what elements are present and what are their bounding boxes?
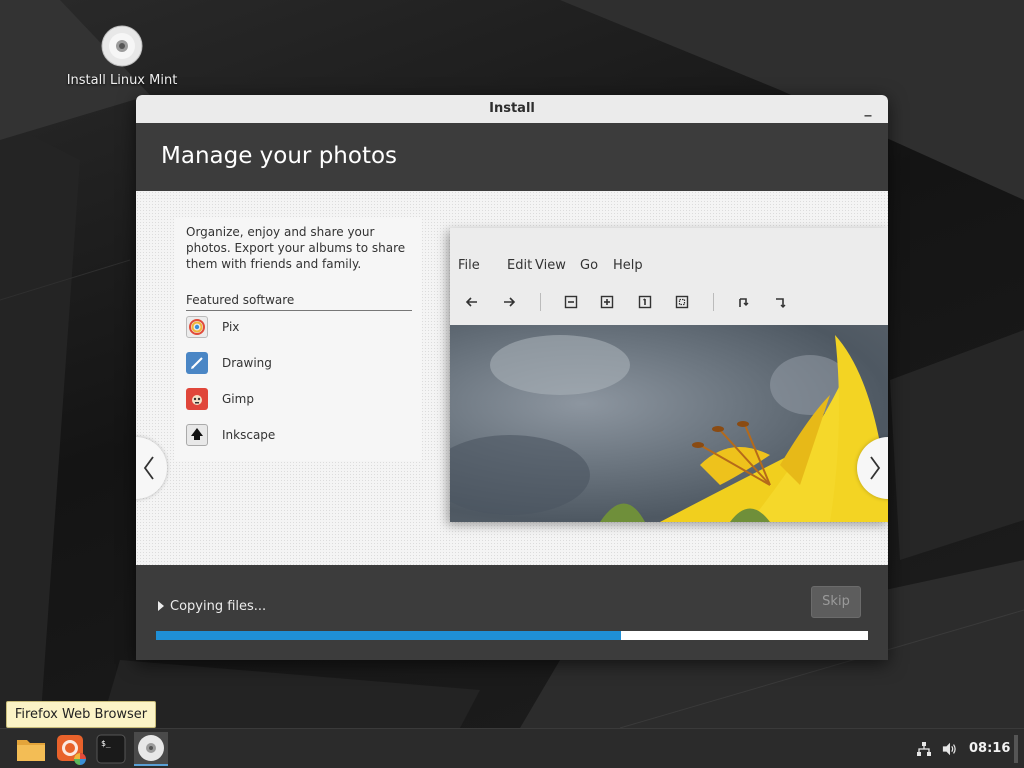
files-launcher[interactable] [14, 732, 48, 766]
chevron-right-icon [870, 456, 881, 480]
gimp-icon [186, 388, 208, 410]
svg-text:$_: $_ [101, 739, 111, 748]
disc-icon [138, 735, 164, 761]
disc-icon [100, 24, 144, 68]
taskbar: $_ 08:16 [0, 728, 1024, 768]
minimize-button[interactable]: _ [858, 99, 878, 119]
lily-photo [450, 325, 888, 522]
volume-icon[interactable] [942, 741, 958, 757]
status-text: Copying files... [170, 598, 267, 614]
terminal-icon: $_ [96, 734, 126, 764]
skip-button[interactable]: Skip [811, 586, 861, 618]
zoom-fit-icon [670, 290, 694, 314]
install-progress-fill [156, 631, 621, 640]
install-linux-mint-desktop-icon[interactable]: Install Linux Mint [62, 24, 182, 88]
screenshot-menu-help: Help [613, 258, 643, 273]
zoom-in-icon [595, 290, 619, 314]
screenshot-menu-file: File [458, 258, 480, 273]
status-expander[interactable]: Copying files... [158, 598, 266, 614]
rotate-right-icon [769, 290, 793, 314]
installer-window: Install _ Manage your photos Organize, e… [136, 95, 888, 660]
app-name: Inkscape [222, 428, 276, 442]
drawing-icon [186, 352, 208, 374]
slide-description: Organize, enjoy and share your photos. E… [186, 225, 406, 271]
inkscape-icon [186, 424, 208, 446]
slide-heading: Manage your photos [161, 143, 398, 169]
app-name: Drawing [222, 356, 272, 370]
app-name: Gimp [222, 392, 254, 406]
folder-icon [17, 740, 45, 761]
screenshot-menu-go: Go [580, 258, 599, 273]
expander-arrow-icon [158, 601, 164, 611]
slide-heading-band: Manage your photos [136, 123, 888, 191]
featured-app-drawing: Drawing [186, 351, 386, 375]
featured-app-pix: Pix [186, 315, 386, 339]
back-arrow-icon [460, 290, 484, 314]
screenshot-menubar: File Edit View Go Help [450, 254, 888, 278]
app-name: Pix [222, 320, 240, 334]
featured-app-gimp: Gimp [186, 387, 386, 411]
screenshot-menu-view: View [535, 258, 566, 273]
desktop-icon-label: Install Linux Mint [66, 73, 178, 88]
featured-app-inkscape: Inkscape [186, 423, 386, 447]
window-title: Install [489, 101, 535, 116]
chevron-left-icon [143, 456, 154, 480]
clock[interactable]: 08:16 [969, 741, 1010, 756]
firefox-launcher[interactable] [54, 732, 88, 766]
featured-software-label: Featured software [186, 293, 412, 311]
pix-icon [186, 316, 208, 338]
show-desktop-button[interactable] [1014, 735, 1018, 763]
firefox-tooltip: Firefox Web Browser [6, 701, 156, 728]
firefox-icon [57, 735, 86, 765]
network-icon[interactable] [916, 741, 932, 757]
actual-size-icon [633, 290, 657, 314]
screenshot-menu-edit: Edit [507, 258, 533, 273]
forward-arrow-icon [497, 290, 521, 314]
terminal-launcher[interactable]: $_ [94, 732, 128, 766]
previous-slide-button[interactable] [136, 437, 167, 499]
installer-taskbar-button[interactable] [134, 732, 168, 766]
app-screenshot: File Edit View Go Help [450, 228, 888, 522]
screenshot-toolbar [450, 290, 888, 314]
rotate-left-icon [731, 290, 755, 314]
info-card: Organize, enjoy and share your photos. E… [174, 217, 422, 461]
install-progress-bar [156, 631, 868, 640]
window-titlebar[interactable]: Install _ [136, 95, 888, 123]
zoom-out-icon [559, 290, 583, 314]
slideshow-panel: Organize, enjoy and share your photos. E… [136, 191, 888, 565]
